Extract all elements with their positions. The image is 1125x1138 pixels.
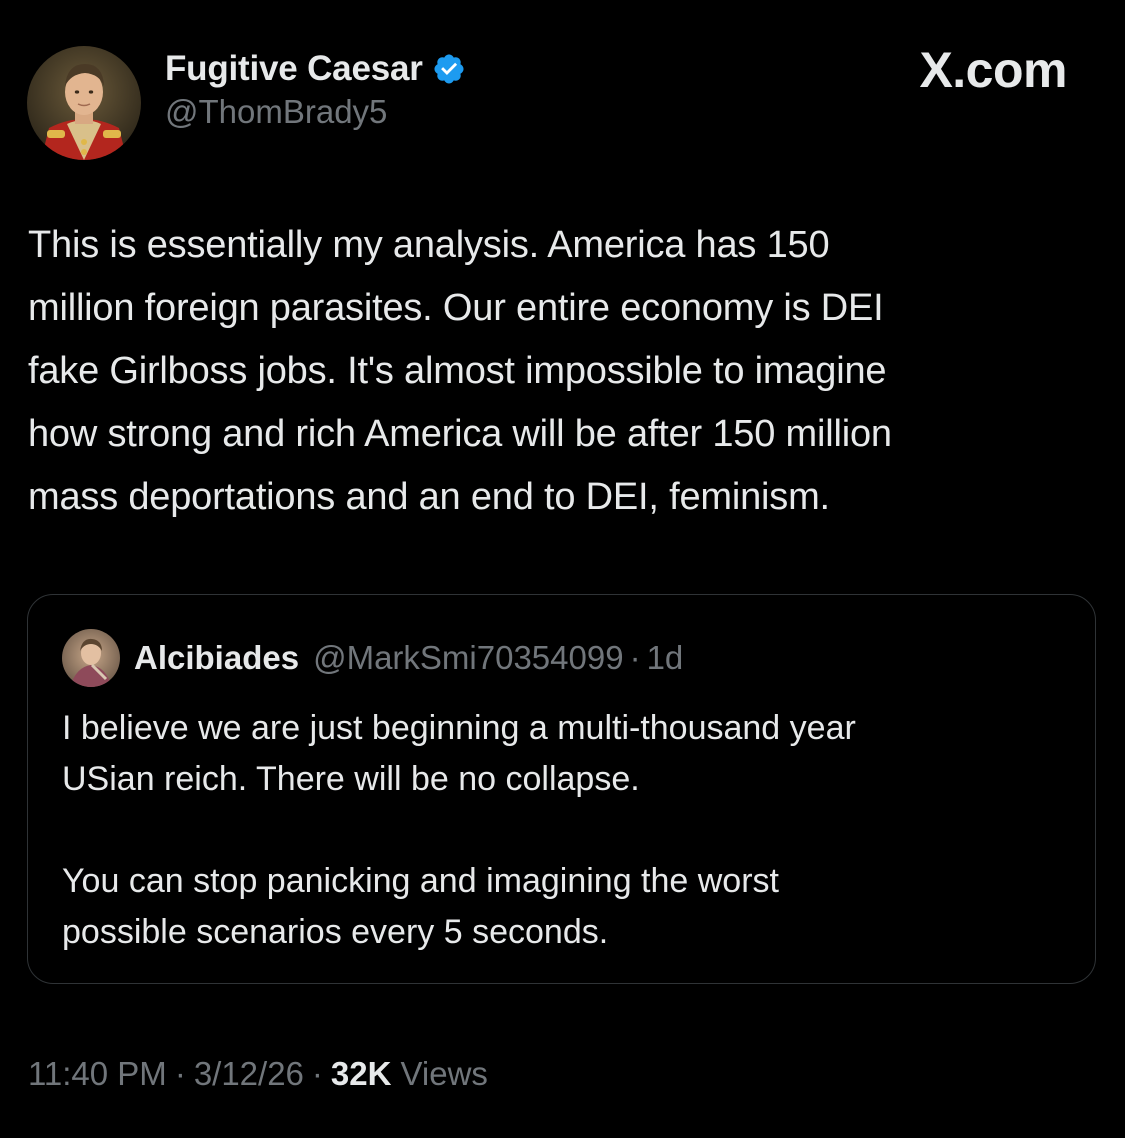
avatar-classical-painting-icon bbox=[62, 629, 120, 687]
tweet-text: This is essentially my analysis. America… bbox=[28, 214, 1103, 529]
verified-badge-icon bbox=[432, 52, 466, 86]
avatar-portrait-icon bbox=[27, 46, 141, 160]
tweet-text-line: This is essentially my analysis. America… bbox=[28, 224, 830, 266]
tweet-meta: 11:40 PM · 3/12/26 · 32K Views bbox=[28, 1055, 488, 1093]
quoted-tweet-text: I believe we are just beginning a multi-… bbox=[62, 703, 1072, 958]
quoted-tweet-time[interactable]: 1d bbox=[647, 639, 684, 677]
author-avatar[interactable] bbox=[27, 46, 141, 160]
tweet-text-line: million foreign parasites. Our entire ec… bbox=[28, 287, 884, 329]
author-display-name[interactable]: Fugitive Caesar bbox=[165, 49, 423, 89]
quoted-text-line: possible scenarios every 5 seconds. bbox=[62, 913, 609, 951]
views-count[interactable]: 32K bbox=[331, 1055, 392, 1093]
quoted-author-handle[interactable]: @MarkSmi70354099 bbox=[313, 639, 624, 677]
quoted-tweet-paragraph: You can stop panicking and imagining the… bbox=[62, 856, 1072, 958]
tweet-header: Fugitive Caesar @ThomBrady5 X.com bbox=[27, 33, 1097, 160]
separator-dot: · bbox=[629, 639, 641, 676]
quoted-text-line: I believe we are just beginning a multi-… bbox=[62, 709, 856, 747]
tweet-time[interactable]: 11:40 PM bbox=[28, 1055, 167, 1093]
author-handle[interactable]: @ThomBrady5 bbox=[165, 93, 466, 131]
tweet-text-line: mass deportations and an end to DEI, fem… bbox=[28, 476, 830, 518]
quoted-text-line: USian reich. There will be no collapse. bbox=[62, 760, 640, 798]
tweet-text-line: fake Girlboss jobs. It's almost impossib… bbox=[28, 350, 887, 392]
tweet-date[interactable]: 3/12/26 bbox=[194, 1055, 304, 1093]
quoted-tweet-paragraph: I believe we are just beginning a multi-… bbox=[62, 703, 1072, 805]
separator-dot: · bbox=[174, 1055, 186, 1092]
brand-watermark: X.com bbox=[919, 42, 1067, 98]
quoted-tweet-header: Alcibiades @MarkSmi70354099 · 1d bbox=[62, 629, 683, 687]
quoted-tweet-card[interactable]: Alcibiades @MarkSmi70354099 · 1d I belie… bbox=[27, 594, 1096, 984]
tweet-text-line: how strong and rich America will be afte… bbox=[28, 413, 892, 455]
quoted-author-avatar[interactable] bbox=[62, 629, 120, 687]
author-info: Fugitive Caesar @ThomBrady5 bbox=[165, 47, 466, 131]
quoted-author-display-name[interactable]: Alcibiades bbox=[134, 639, 299, 677]
separator-dot: · bbox=[311, 1055, 323, 1092]
quoted-text-line: You can stop panicking and imagining the… bbox=[62, 862, 779, 900]
views-label[interactable]: Views bbox=[400, 1055, 487, 1093]
